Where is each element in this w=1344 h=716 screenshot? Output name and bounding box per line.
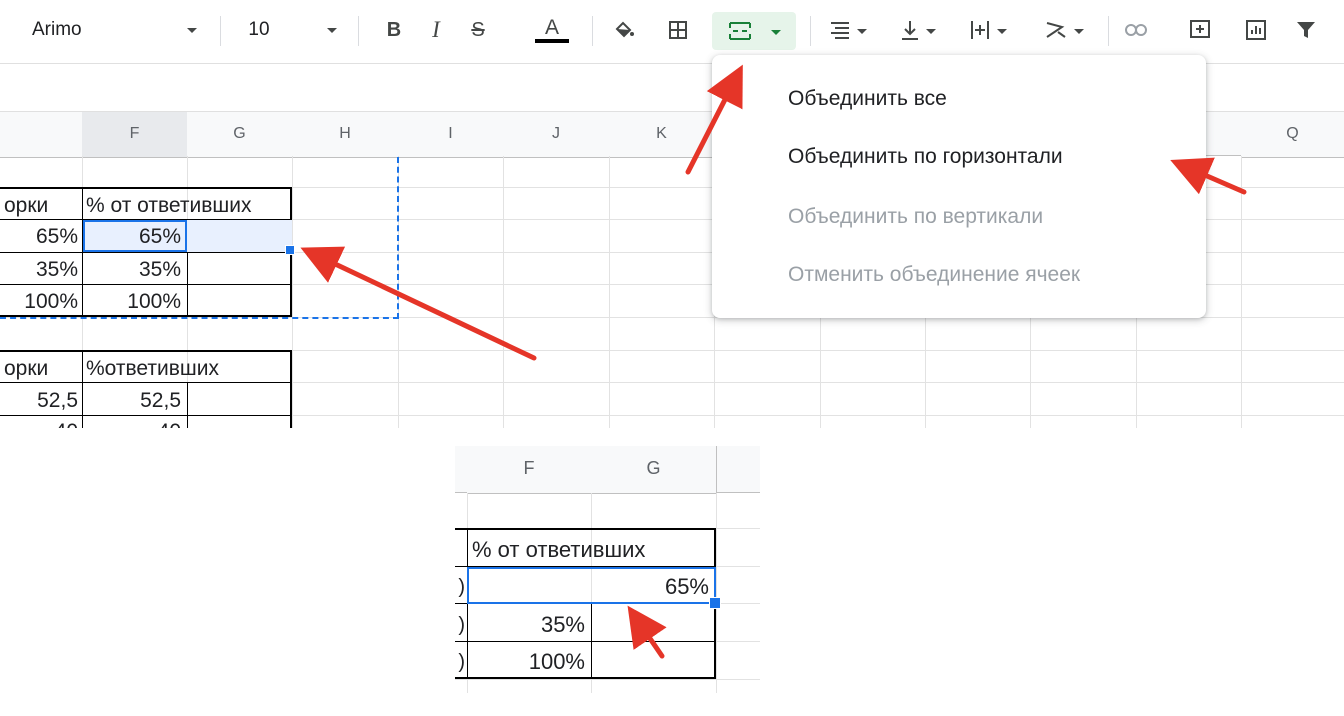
arrow-to-merge-horizontally: [1170, 157, 1247, 195]
arrow-to-merge-button: [685, 64, 743, 175]
annotation-arrows: [300, 64, 1247, 659]
arrow-to-merged-cell: [627, 605, 667, 659]
arrow-to-fill-handle: [300, 246, 537, 361]
